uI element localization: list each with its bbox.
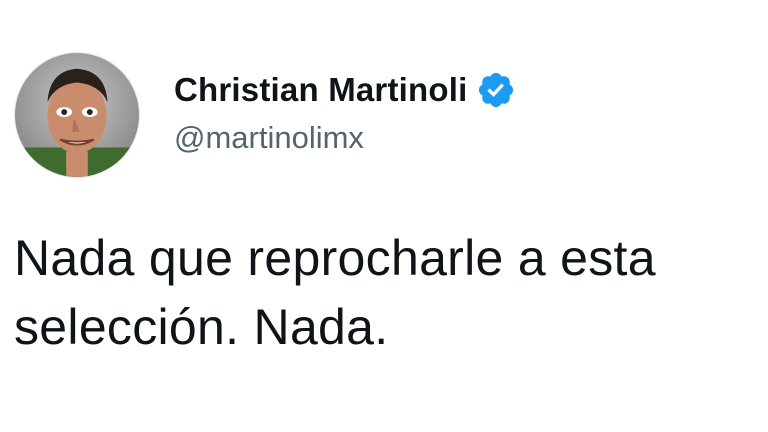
verified-badge-icon [476, 70, 516, 110]
avatar-image [15, 53, 139, 177]
avatar[interactable] [14, 52, 140, 178]
tweet-card: Christian Martinoli @martinolimx Nada qu… [0, 0, 768, 432]
name-row: Christian Martinoli [174, 68, 516, 112]
tweet-text-line: Nada que reprocharle a esta [14, 230, 656, 286]
author-identity: Christian Martinoli @martinolimx [174, 68, 516, 156]
tweet-text-line: selección. Nada. [14, 299, 389, 355]
author-display-name[interactable]: Christian Martinoli [174, 71, 468, 109]
author-handle[interactable]: @martinolimx [174, 120, 516, 156]
tweet-text: Nada que reprocharle a esta selección. N… [14, 224, 764, 362]
tweet-header: Christian Martinoli @martinolimx [14, 52, 516, 178]
